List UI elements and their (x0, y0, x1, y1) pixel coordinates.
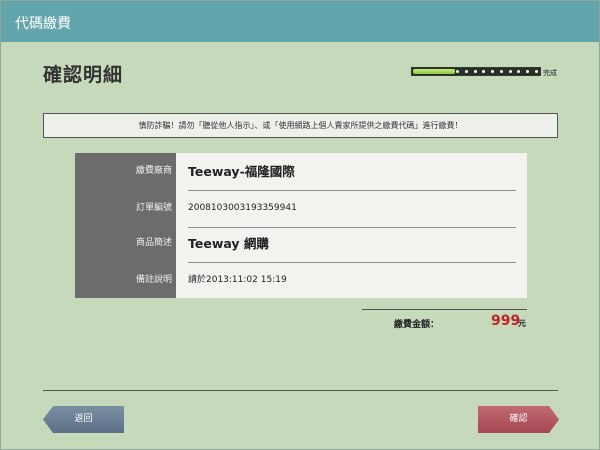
progress-label: 完成 (543, 69, 557, 77)
app-title: 代碼繳費 (15, 16, 71, 32)
footer-divider (43, 390, 558, 391)
row-label: 訂單編號 (135, 203, 172, 213)
progress-steps (456, 70, 538, 73)
detail-row-vendor: 繳費廠商 Teeway-福隆國際 (75, 153, 527, 191)
product-value: Teeway 網購 (188, 236, 269, 251)
page-title: 確認明細 (43, 64, 124, 86)
note-value: 請於2013:11:02 15:19 (188, 275, 287, 285)
details-panel: 繳費廠商 Teeway-福隆國際 訂單編號 200810300319335994… (75, 153, 527, 298)
vendor-value: Teeway-福隆國際 (188, 164, 295, 179)
title-bar: 代碼繳費 (1, 1, 599, 42)
back-button[interactable]: 返回 (43, 406, 124, 433)
detail-row-product: 商品簡述 Teeway 網購 (75, 225, 527, 263)
order-id-value: 2008103003193359941 (188, 203, 297, 213)
total-divider (362, 309, 527, 310)
row-label: 繳費廠商 (135, 166, 172, 176)
row-label: 備註說明 (135, 275, 172, 285)
total-amount: 999 (491, 313, 521, 329)
detail-row-order-id: 訂單編號 2008103003193359941 (75, 190, 527, 228)
progress-bar (411, 67, 541, 76)
app-frame: 代碼繳費 確認明細 完成 慎防詐騙！請勿「聽從他人指示」、或「使用網路上個人賣家… (0, 0, 600, 450)
fraud-warning: 慎防詐騙！請勿「聽從他人指示」、或「使用網路上個人賣家所提供之繳費代碼」進行繳費… (43, 113, 558, 138)
row-label: 商品簡述 (135, 238, 172, 248)
progress-fill (413, 69, 455, 74)
total-unit: 元 (518, 319, 526, 328)
detail-row-note: 備註說明 請於2013:11:02 15:19 (75, 262, 527, 299)
total-label: 繳費金額： (394, 320, 440, 330)
confirm-button[interactable]: 確認 (478, 406, 559, 433)
